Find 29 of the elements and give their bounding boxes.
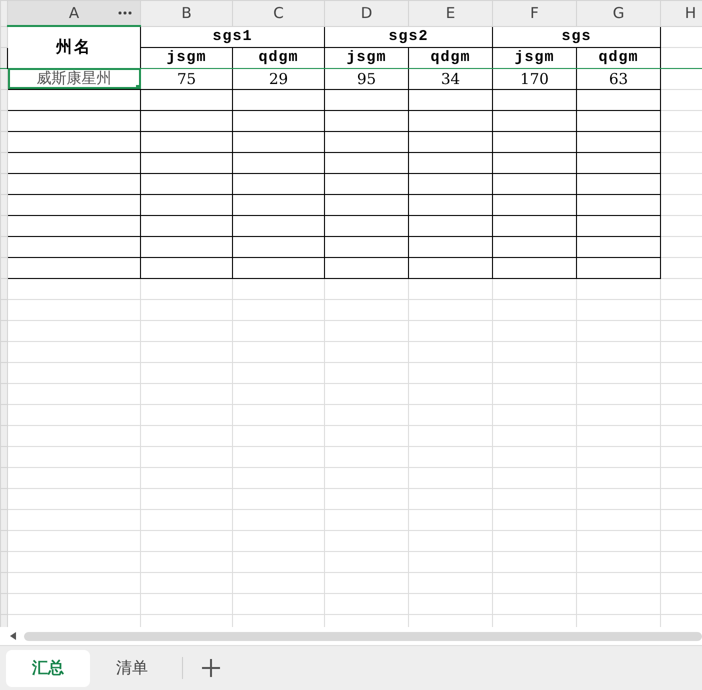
- table-header-cell: sgs: [492, 26, 660, 47]
- table-header-cell: sgs1: [140, 26, 324, 47]
- table-header-cell: sgs2: [324, 26, 492, 47]
- table-header-cell: qdgm: [232, 47, 324, 68]
- sheet-tab[interactable]: 汇总: [6, 650, 90, 686]
- table-header-cell: jsgm: [492, 47, 576, 68]
- table-cell: 34: [408, 68, 492, 89]
- table-cell: 75: [140, 68, 232, 89]
- table-header-cell: jsgm: [324, 47, 408, 68]
- scroll-left-icon[interactable]: [10, 632, 16, 640]
- column-header[interactable]: F: [492, 0, 576, 26]
- horizontal-scrollbar[interactable]: [24, 632, 702, 640]
- more-icon[interactable]: [118, 11, 132, 15]
- column-header[interactable]: E: [408, 0, 492, 26]
- table-cell: 95: [324, 68, 408, 89]
- column-header[interactable]: D: [324, 0, 408, 26]
- table-cell: 29: [232, 68, 324, 89]
- table-header-cell: qdgm: [576, 47, 660, 68]
- column-header[interactable]: C: [232, 0, 324, 26]
- table-cell: 170: [492, 68, 576, 89]
- table-cell: 63: [576, 68, 660, 89]
- table-header-cell: qdgm: [408, 47, 492, 68]
- column-header[interactable]: A: [8, 0, 140, 26]
- column-header[interactable]: B: [140, 0, 232, 26]
- table-cell[interactable]: 威斯康星州: [8, 68, 140, 89]
- column-header[interactable]: G: [576, 0, 660, 26]
- column-header[interactable]: H: [660, 0, 702, 26]
- table-header-cell: jsgm: [140, 47, 232, 68]
- sheet-tab[interactable]: 清单: [90, 650, 174, 686]
